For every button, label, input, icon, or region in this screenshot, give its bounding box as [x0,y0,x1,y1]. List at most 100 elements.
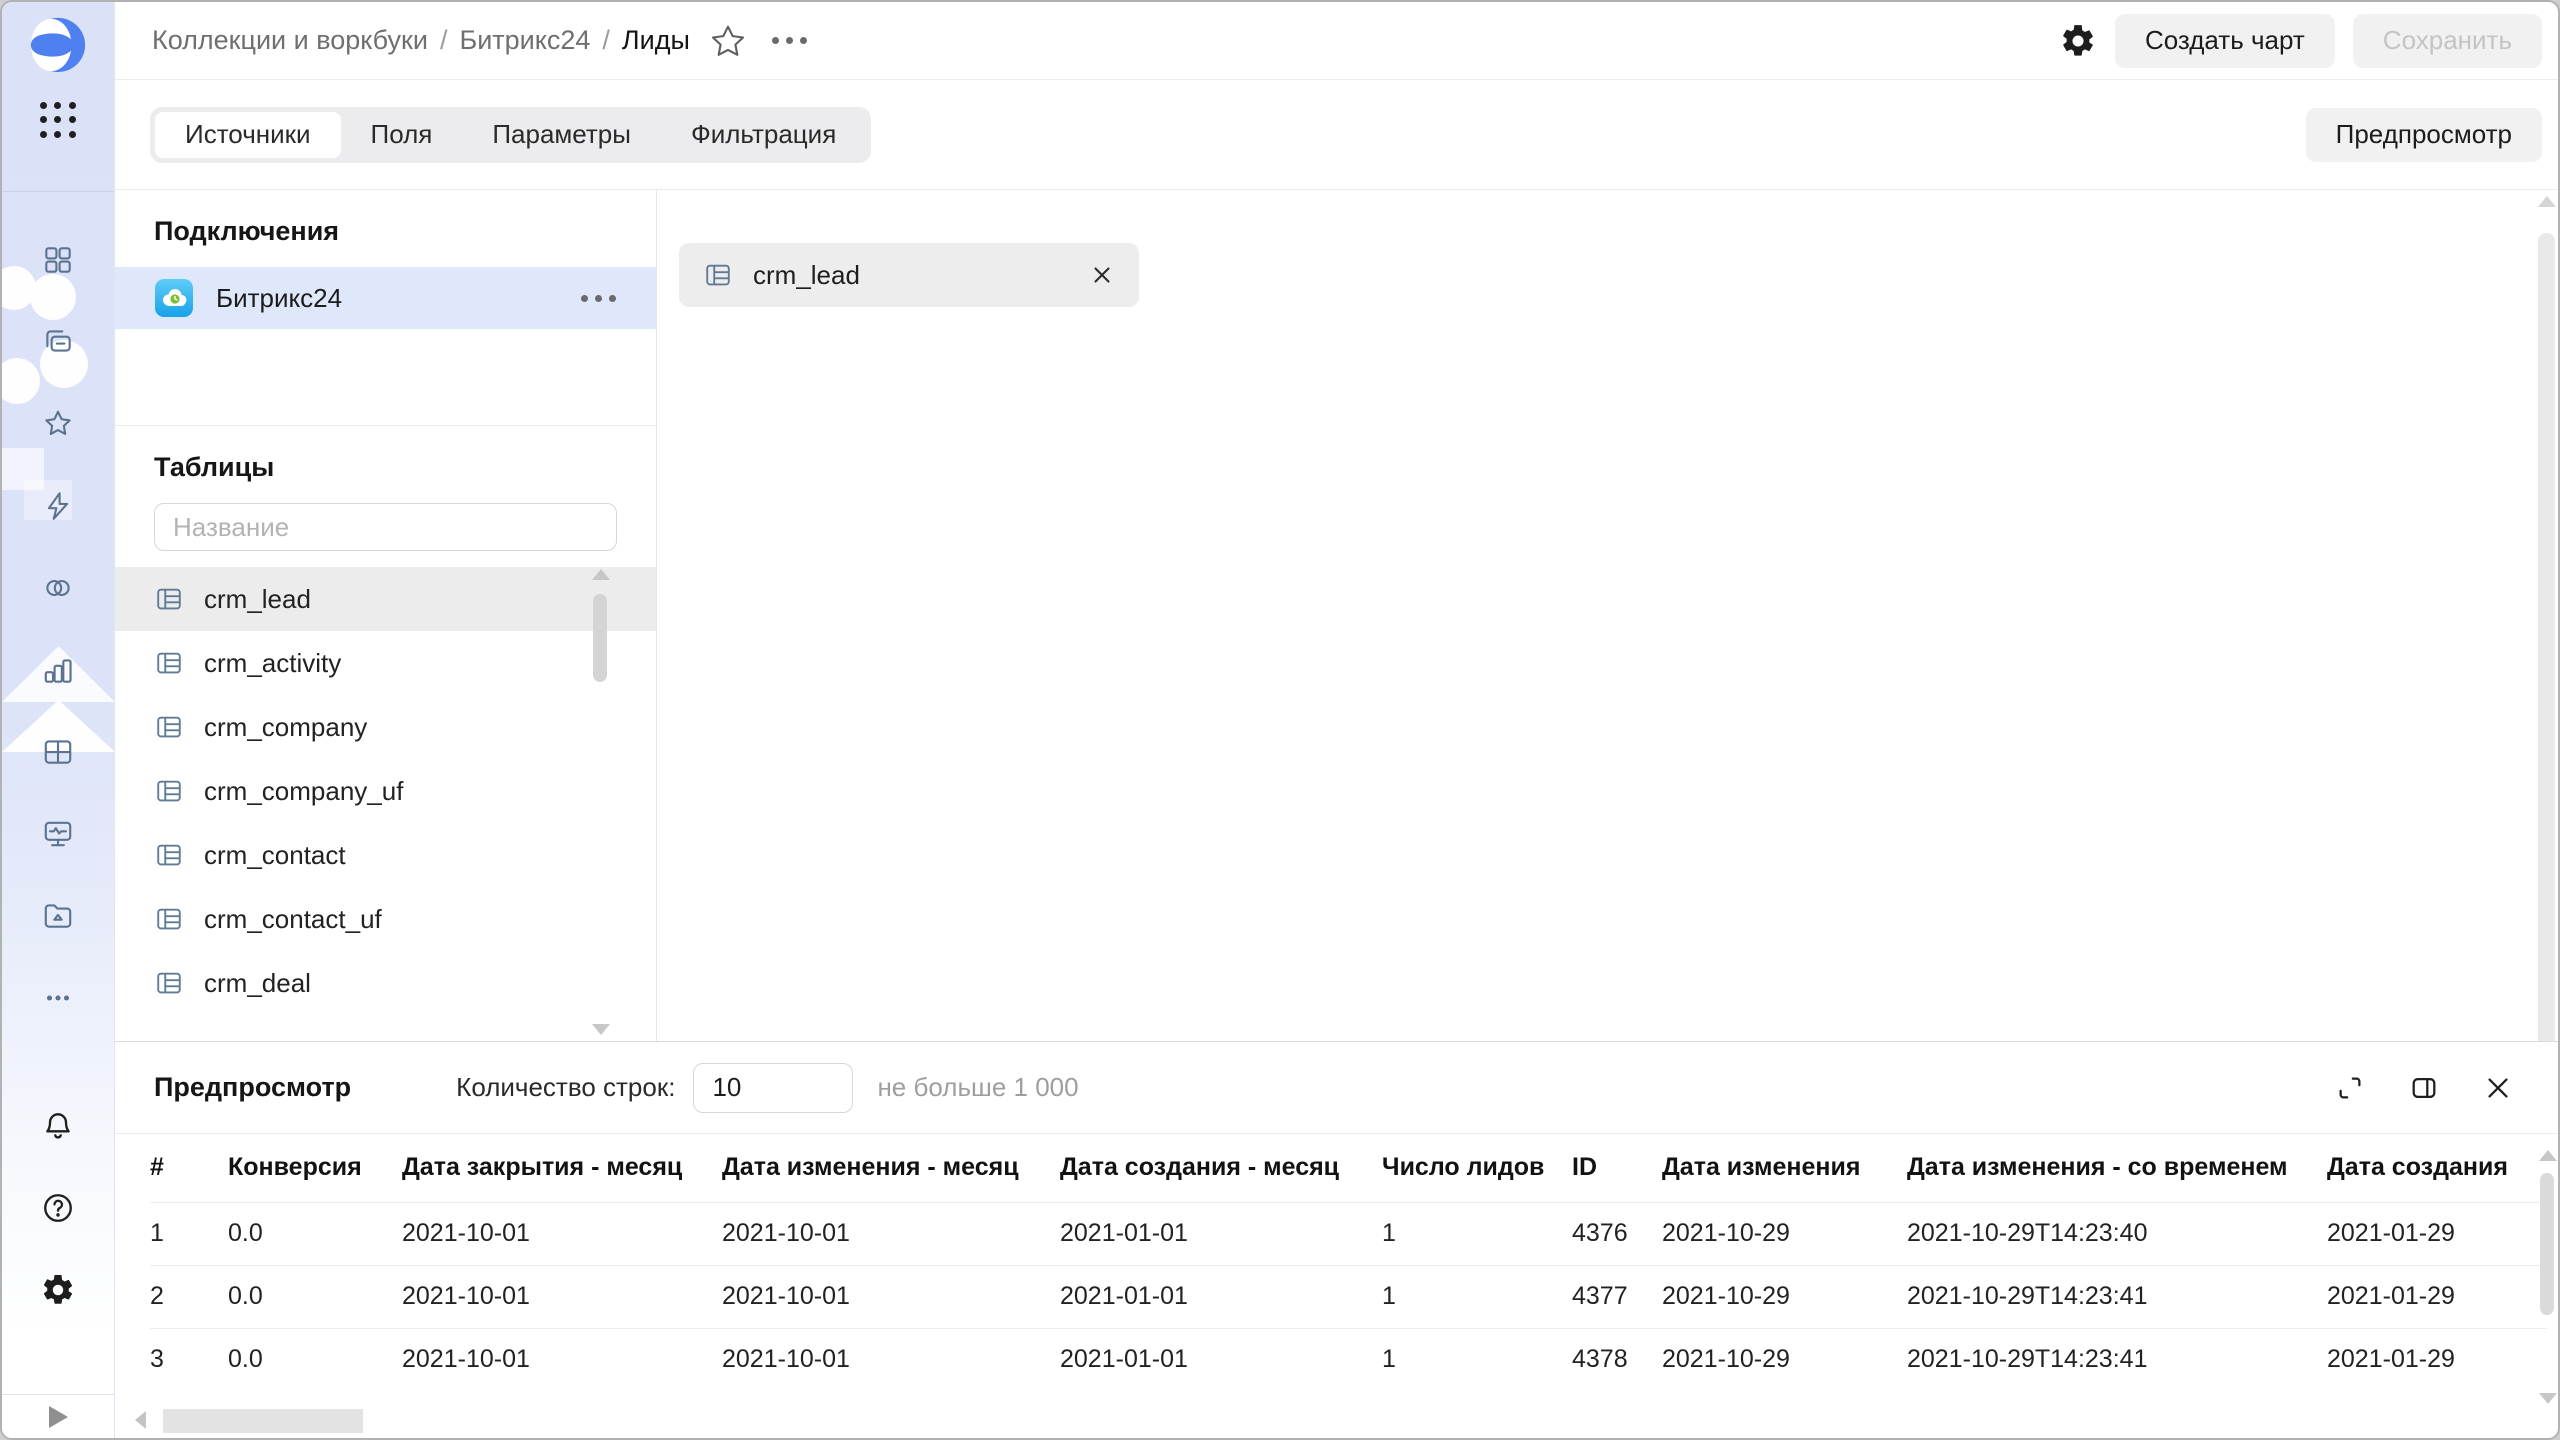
cell: 1 [1382,1202,1572,1265]
sidebar-top [2,2,114,192]
bitrix24-cloud-icon [154,278,194,318]
table-item-crm-company-uf[interactable]: crm_company_uf [115,759,656,823]
preview-controls [2335,1073,2513,1103]
scroll-left-icon[interactable] [135,1411,146,1429]
settings-gear-icon[interactable] [30,1262,86,1318]
save-button[interactable]: Сохранить [2353,14,2542,68]
connections-title: Подключения [154,216,656,247]
scroll-down-icon[interactable] [2539,1393,2557,1404]
tab-fields[interactable]: Поля [341,112,463,158]
cell: 4378 [1572,1328,1662,1391]
tab-sources[interactable]: Источники [155,112,341,158]
cell: 2021-10-29T14:23:41 [1907,1328,2327,1391]
tab-parameters[interactable]: Параметры [462,112,661,158]
breadcrumb-workbook[interactable]: Битрикс24 [459,25,590,56]
scroll-down-icon[interactable] [592,1024,610,1035]
entry-menu-icon[interactable] [772,37,807,44]
tables-list-scrollbar[interactable] [592,569,608,1035]
tables-list: crm_lead crm_activity crm_company crm_co… [115,567,656,1041]
scroll-up-icon[interactable] [2538,196,2556,207]
preview-toggle-button[interactable]: Предпросмотр [2306,108,2542,162]
scroll-thumb[interactable] [2538,233,2555,1048]
connections-empty-space [115,329,656,425]
apps-grid-icon[interactable] [36,98,80,142]
fullscreen-icon[interactable] [2335,1073,2365,1103]
table-grid-icon[interactable] [30,724,86,780]
expand-sidebar-icon[interactable] [49,1406,68,1428]
scroll-thumb[interactable] [593,594,607,682]
breadcrumb-current: Лиды [622,25,690,56]
bar-chart-icon[interactable] [30,642,86,698]
table-item-crm-activity[interactable]: crm_activity [115,631,656,695]
preview-horizontal-scrollbar[interactable] [135,1409,2498,1435]
cell: 2021-10-29 [1662,1328,1907,1391]
col-header: Дата изменения - месяц [722,1134,1060,1202]
cell: 2021-01-01 [1060,1328,1382,1391]
sidebar [2,2,115,1438]
dataset-canvas: crm_lead [657,190,2558,1041]
scroll-thumb[interactable] [2540,1173,2554,1315]
table-item-crm-deal[interactable]: crm_deal [115,951,656,1015]
table-item-crm-contact[interactable]: crm_contact [115,823,656,887]
tab-group: Источники Поля Параметры Фильтрация [150,107,871,163]
table-icon [154,840,184,870]
cell: 2021-01-29 [2327,1265,2547,1328]
cell: 1 [1382,1328,1572,1391]
col-header: ID [1572,1134,1662,1202]
folders-icon[interactable] [30,314,86,370]
col-header: Конверсия [228,1134,402,1202]
table-search-input[interactable] [154,503,617,551]
create-chart-button[interactable]: Создать чарт [2115,14,2335,68]
breadcrumb-separator: / [602,25,610,56]
more-icon[interactable] [30,970,86,1026]
scroll-thumb[interactable] [163,1409,363,1433]
table-item-label: crm_contact_uf [204,904,382,935]
preview-vertical-scrollbar[interactable] [2539,1150,2555,1404]
bolt-icon[interactable] [30,478,86,534]
scroll-up-icon[interactable] [2539,1150,2557,1161]
cell: 2 [150,1265,228,1328]
scroll-up-icon[interactable] [592,569,610,580]
cell: 0.0 [228,1202,402,1265]
connection-item-bitrix24[interactable]: Битрикс24 [115,267,656,329]
sidebar-footer [2,1394,114,1438]
sources-panel: Подключения [115,190,657,1041]
cell: 2021-10-29 [1662,1202,1907,1265]
row-count-input[interactable] [693,1063,853,1113]
cell: 3 [150,1328,228,1391]
favorite-star-icon[interactable] [710,23,746,59]
remove-table-icon[interactable] [1089,262,1115,288]
datalens-dataset-editor: Коллекции и воркбуки / Битрикс24 / Лиды … [0,0,2560,1440]
breadcrumb-collections[interactable]: Коллекции и воркбуки [152,25,428,56]
connection-menu-icon[interactable] [581,295,616,302]
col-header: Дата изменения [1662,1134,1907,1202]
datalens-logo-icon[interactable] [27,14,89,76]
grid-2x2-icon[interactable] [30,232,86,288]
star-icon[interactable] [30,396,86,452]
monitor-pulse-icon[interactable] [30,806,86,862]
table-item-label: crm_company_uf [204,776,403,807]
table-icon [154,776,184,806]
tab-filtering[interactable]: Фильтрация [661,112,866,158]
preview-table-container: # Конверсия Дата закрытия - месяц Дата и… [115,1134,2558,1438]
canvas-scrollbar[interactable] [2538,196,2555,1037]
top-bar: Коллекции и воркбуки / Битрикс24 / Лиды … [115,2,2558,80]
table-item-crm-company[interactable]: crm_company [115,695,656,759]
header-row: # Конверсия Дата закрытия - месяц Дата и… [150,1134,2547,1202]
selected-table-chip-crm-lead[interactable]: crm_lead [679,243,1139,307]
split-view-icon[interactable] [2409,1073,2439,1103]
content: Подключения [115,190,2558,1041]
col-header: Дата изменения - со временем [1907,1134,2327,1202]
bell-icon[interactable] [30,1098,86,1154]
table-icon [154,904,184,934]
dataset-settings-gear-icon[interactable] [2059,22,2097,60]
cell: 0.0 [228,1328,402,1391]
overlap-circles-icon[interactable] [30,560,86,616]
cell: 1 [1382,1265,1572,1328]
table-item-crm-contact-uf[interactable]: crm_contact_uf [115,887,656,951]
folder-cloud-icon[interactable] [30,888,86,944]
table-item-crm-lead[interactable]: crm_lead [115,567,656,631]
close-preview-icon[interactable] [2483,1073,2513,1103]
cell: 2021-10-01 [402,1328,722,1391]
help-icon[interactable] [30,1180,86,1236]
